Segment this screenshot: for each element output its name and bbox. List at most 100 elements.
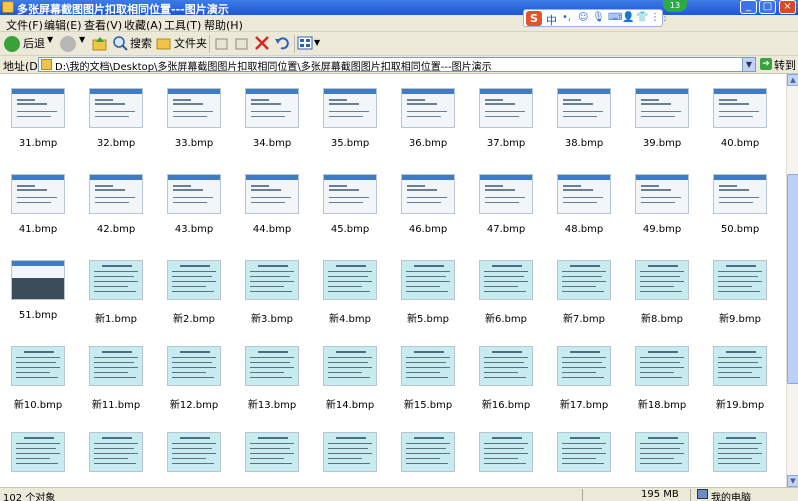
- menu-file[interactable]: 文件(F): [6, 17, 43, 33]
- file-thumbnail[interactable]: [89, 88, 143, 128]
- file-thumbnail[interactable]: [323, 432, 377, 472]
- file-thumbnail[interactable]: [401, 432, 455, 472]
- file-thumbnail[interactable]: [323, 88, 377, 128]
- ime-grid-icon[interactable]: ⋮⋮: [650, 12, 670, 23]
- ime-mic-icon[interactable]: 🎙: [592, 12, 605, 23]
- file-thumbnail[interactable]: [245, 88, 299, 128]
- file-thumbnail[interactable]: [401, 174, 455, 214]
- file-thumbnail[interactable]: [479, 88, 533, 128]
- copy-to-button[interactable]: [234, 35, 250, 53]
- file-name: 37.bmp: [486, 138, 526, 149]
- file-thumbnail[interactable]: [11, 260, 65, 300]
- address-dropdown-icon[interactable]: ▼: [742, 58, 755, 71]
- file-thumbnail[interactable]: [713, 432, 767, 472]
- file-name: 47.bmp: [486, 224, 526, 235]
- menu-help[interactable]: 帮助(H): [204, 17, 243, 33]
- file-thumbnail[interactable]: [635, 88, 689, 128]
- file-thumbnail[interactable]: [479, 260, 533, 300]
- menu-tools[interactable]: 工具(T): [164, 17, 201, 33]
- file-thumbnail[interactable]: [401, 88, 455, 128]
- scroll-down-icon[interactable]: ▼: [787, 475, 798, 487]
- file-thumbnail[interactable]: [89, 346, 143, 386]
- file-thumbnail[interactable]: [323, 346, 377, 386]
- file-thumbnail[interactable]: [167, 260, 221, 300]
- file-thumbnail[interactable]: [401, 346, 455, 386]
- file-thumbnail[interactable]: [245, 260, 299, 300]
- delete-button[interactable]: [254, 35, 270, 53]
- file-name: 新2.bmp: [173, 314, 215, 325]
- vertical-scrollbar[interactable]: ▲ ▼: [786, 74, 798, 487]
- views-button[interactable]: ▼: [297, 35, 323, 53]
- file-thumbnail[interactable]: [89, 432, 143, 472]
- back-button[interactable]: 后退: [4, 35, 48, 53]
- file-thumbnail[interactable]: [401, 260, 455, 300]
- undo-button[interactable]: [274, 35, 290, 53]
- maximize-button[interactable]: □: [759, 0, 776, 14]
- file-thumbnail[interactable]: [323, 260, 377, 300]
- file-thumbnail[interactable]: [89, 174, 143, 214]
- file-thumbnail[interactable]: [557, 346, 611, 386]
- close-button[interactable]: ×: [779, 0, 796, 14]
- toolbar: 后退 ▼ ▼ 搜索 文件夹 ▼: [0, 32, 798, 56]
- file-thumbnail[interactable]: [713, 88, 767, 128]
- up-folder-button[interactable]: [92, 35, 108, 53]
- file-thumbnail[interactable]: [323, 174, 377, 214]
- move-to-button[interactable]: [214, 35, 230, 53]
- address-label: 地址(D): [3, 60, 43, 73]
- file-name: 新9.bmp: [719, 314, 761, 325]
- ime-toolbar[interactable]: S 中 •, ☺ 🎙 ⌨ 👤 👕 ⋮⋮: [523, 9, 670, 28]
- file-thumbnail[interactable]: [713, 174, 767, 214]
- file-thumbnail[interactable]: [245, 432, 299, 472]
- file-thumbnail[interactable]: [635, 346, 689, 386]
- ime-user-icon[interactable]: 👤: [622, 12, 634, 23]
- back-dropdown-icon[interactable]: ▼: [47, 35, 53, 44]
- ime-logo-icon[interactable]: S: [526, 11, 542, 26]
- file-name: 新15.bmp: [403, 400, 453, 411]
- search-button[interactable]: 搜索: [112, 35, 152, 53]
- file-thumbnail[interactable]: [89, 260, 143, 300]
- file-view[interactable]: 31.bmp 32.bmp 33.bmp 34.bmp 35.bmp 36.bmp 37.b…: [0, 74, 786, 487]
- scroll-up-icon[interactable]: ▲: [787, 74, 798, 86]
- file-thumbnail[interactable]: [557, 174, 611, 214]
- ime-emoji-icon[interactable]: ☺: [578, 12, 588, 23]
- go-button[interactable]: ➔ 转到: [760, 57, 798, 72]
- ime-skin-icon[interactable]: 👕: [636, 12, 648, 23]
- file-thumbnail[interactable]: [557, 260, 611, 300]
- file-thumbnail[interactable]: [11, 174, 65, 214]
- address-bar: 地址(D) D:\我的文档\Desktop\多张屏幕截图图片扣取相同位置\多张屏…: [0, 56, 798, 74]
- file-thumbnail[interactable]: [167, 174, 221, 214]
- file-name: 41.bmp: [18, 224, 58, 235]
- ime-mode[interactable]: 中: [546, 12, 557, 28]
- file-thumbnail[interactable]: [557, 432, 611, 472]
- status-bar: 102 个对象 195 MB 我的电脑: [0, 487, 798, 501]
- file-thumbnail[interactable]: [635, 432, 689, 472]
- file-thumbnail[interactable]: [11, 346, 65, 386]
- menu-view[interactable]: 查看(V): [84, 17, 122, 33]
- forward-button[interactable]: ▼: [60, 35, 88, 53]
- ime-punct-icon[interactable]: •,: [562, 12, 571, 23]
- file-thumbnail[interactable]: [11, 88, 65, 128]
- folders-button[interactable]: 文件夹: [156, 35, 207, 53]
- file-name: 48.bmp: [564, 224, 604, 235]
- menu-favorites[interactable]: 收藏(A): [124, 17, 162, 33]
- ime-keyboard-icon[interactable]: ⌨: [608, 12, 622, 23]
- file-thumbnail[interactable]: [167, 346, 221, 386]
- file-thumbnail[interactable]: [635, 174, 689, 214]
- file-thumbnail[interactable]: [245, 174, 299, 214]
- address-input[interactable]: D:\我的文档\Desktop\多张屏幕截图图片扣取相同位置\多张屏幕截图图片扣…: [38, 57, 756, 73]
- minimize-button[interactable]: _: [740, 0, 757, 14]
- file-thumbnail[interactable]: [167, 88, 221, 128]
- copy-to-icon: [235, 38, 248, 50]
- file-thumbnail[interactable]: [713, 260, 767, 300]
- menu-edit[interactable]: 编辑(E): [44, 17, 82, 33]
- file-thumbnail[interactable]: [245, 346, 299, 386]
- file-thumbnail[interactable]: [635, 260, 689, 300]
- file-thumbnail[interactable]: [557, 88, 611, 128]
- file-thumbnail[interactable]: [713, 346, 767, 386]
- scroll-thumb[interactable]: [787, 174, 798, 384]
- file-thumbnail[interactable]: [479, 346, 533, 386]
- file-thumbnail[interactable]: [479, 432, 533, 472]
- file-thumbnail[interactable]: [11, 432, 65, 472]
- file-thumbnail[interactable]: [479, 174, 533, 214]
- file-thumbnail[interactable]: [167, 432, 221, 472]
